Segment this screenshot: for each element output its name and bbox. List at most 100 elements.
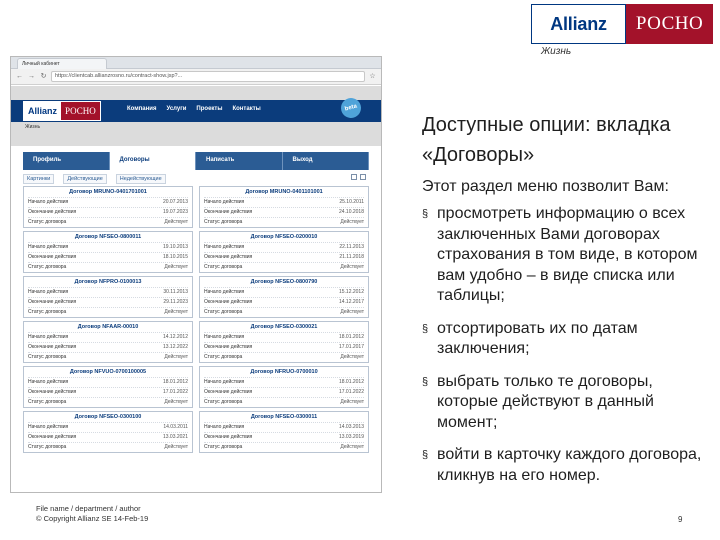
bullet-item: § отсортировать их по датам заключения; [422,319,714,360]
browser-tabbar: Личный кабинет [11,57,381,69]
contract-number: Договор NFAAR-00010 [77,324,139,330]
slide-title: Доступные опции: вкладка «Договоры» [422,114,671,166]
contract-field-label: Окончание действия [28,254,77,260]
list-view-icon [360,174,366,180]
contract-field-value: 18.01.2012 [338,379,364,385]
contract-row: Окончание действия 24.10.2018 [204,207,364,217]
contract-row: Статус договора Действует [204,352,364,362]
site-tab-contracts: Договоры [109,152,196,170]
contract-number: Договор NFPRO-0100013 [74,279,142,285]
site-filters: Картинки Действующие Недействующие [23,174,166,184]
bullet-item: § просмотреть информацию о всех заключенн… [422,204,714,307]
contract-row: Окончание действия 17.01.2017 [204,342,364,352]
contract-field-value: Действует [340,309,364,315]
contract-row: Начало действия 14.03.2013 [204,422,364,432]
contract-field-value: Действует [164,219,188,225]
contract-row: Статус договора Действует [28,217,188,227]
back-icon: ← [16,73,23,80]
contract-field-value: 29.11.2023 [163,299,188,305]
contract-field-value: 14.12.2012 [162,334,188,340]
contract-field-label: Начало действия [204,424,245,430]
bullet-marker: § [422,449,429,461]
contract-card: Договор NFSEO-0300011 Начало действия 14.0… [199,411,369,453]
contract-field-label: Окончание действия [28,389,77,395]
company-logo: Allianz РОСНО [531,4,713,44]
contract-field-label: Окончание действия [28,434,77,440]
contract-field-value: Действует [340,264,364,270]
contract-row: Статус договора Действует [204,307,364,317]
contract-field-value: 13.03.2019 [338,434,364,440]
contract-row: Статус договора Действует [28,352,188,362]
contract-row: Статус договора Действует [204,217,364,227]
contract-field-label: Статус договора [28,264,67,270]
contract-field-label: Статус договора [204,354,243,360]
contract-field-label: Начало действия [204,199,245,205]
contract-row: Статус договора Действует [28,307,188,317]
contract-field-label: Начало действия [204,379,245,385]
url-field: https://clientcab.allianzrosno.ru/contra… [51,71,365,82]
contract-field-label: Окончание действия [204,299,253,305]
page-number: 9 [678,515,683,524]
contract-row: Окончание действия 14.12.2017 [204,297,364,307]
contract-row: Окончание действия 13.12.2022 [28,342,188,352]
footer: File name / department / author © Copyri… [36,504,148,524]
footer-copyright: © Copyright Allianz SE 14-Feb-19 [36,514,149,523]
filter-inactive: Недействующие [115,174,166,184]
contract-field-value: Действует [164,354,188,360]
bullet-text: выбрать только те договоры, которые дейс… [437,372,654,431]
view-toggle [351,174,366,180]
contract-field-label: Статус договора [28,399,67,405]
contract-row: Статус договора Действует [28,397,188,407]
contract-field-value: 24.10.2018 [338,209,364,215]
grid-view-icon [351,174,357,180]
filter-view: Картинки [23,174,55,184]
contract-field-value: Действует [164,264,188,270]
contract-row: Окончание действия 19.07.2023 [28,207,188,217]
browser-screenshot: Личный кабинет ← → ↻ https://clientcab.a… [10,56,382,493]
contract-row: Окончание действия 18.10.2015 [28,252,188,262]
contract-field-value: 20.07.2013 [162,199,188,205]
intro-text: Этот раздел меню позволит Вам: [422,178,669,195]
site-logo-subtitle: Жизнь [25,124,41,130]
contract-number: Договор NFVUO-0700100005 [69,369,147,375]
contract-field-value: Действует [164,309,188,315]
site-logo-brand: Allianz [24,102,62,120]
contract-field-value: Действует [340,399,364,405]
contract-row: Окончание действия 13.03.2019 [204,432,364,442]
contract-field-label: Начало действия [204,334,245,340]
contract-field-value: 15.12.2012 [338,289,364,295]
contract-field-value: 19.07.2023 [162,209,188,215]
contract-field-value: 14.12.2017 [338,299,364,305]
site-nav-item: Компания [127,106,157,112]
bullet-text: отсортировать их по датам заключения; [437,319,638,358]
contract-row: Окончание действия 13.03.2021 [28,432,188,442]
contract-field-label: Начало действия [28,424,69,430]
contract-field-value: 30.11.2013 [163,289,188,295]
contract-number: Договор NFSEO-0300021 [250,324,318,330]
bullet-marker: § [422,322,429,335]
site-nav-item: Контакты [232,106,261,112]
contract-card: Договор NFRUO-0700010 Начало действия 18.0… [199,366,369,408]
contract-field-value: Действует [164,399,188,405]
contract-field-label: Начало действия [28,334,69,340]
contract-field-label: Окончание действия [28,344,77,350]
contract-row: Начало действия 15.12.2012 [204,287,364,297]
contract-field-value: 13.03.2021 [162,434,188,440]
contract-cards: Договор MRUNO-0401701001 Начало действия 2… [23,186,369,453]
contract-field-label: Начало действия [28,379,69,385]
contract-card: Договор NFSEO-0300021 Начало действия 18.0… [199,321,369,363]
site-nav-item: Проекты [196,106,223,112]
reload-icon: ↻ [40,73,47,80]
contract-row: Статус договора Действует [28,262,188,272]
contract-field-label: Начало действия [28,199,69,205]
filter-active: Действующие [63,174,107,184]
contract-field-label: Статус договора [28,354,67,360]
contract-row: Окончание действия 17.01.2022 [204,387,364,397]
contract-row: Начало действия 18.01.2012 [204,332,364,342]
star-icon: ☆ [369,73,376,80]
contract-field-value: 17.01.2022 [162,389,188,395]
contract-field-label: Окончание действия [204,254,253,260]
contract-card: Договор NFSEO-0200010 Начало действия 22.1… [199,231,369,273]
footer-file-info: File name / department / author [36,504,141,513]
contract-field-value: Действует [340,444,364,450]
